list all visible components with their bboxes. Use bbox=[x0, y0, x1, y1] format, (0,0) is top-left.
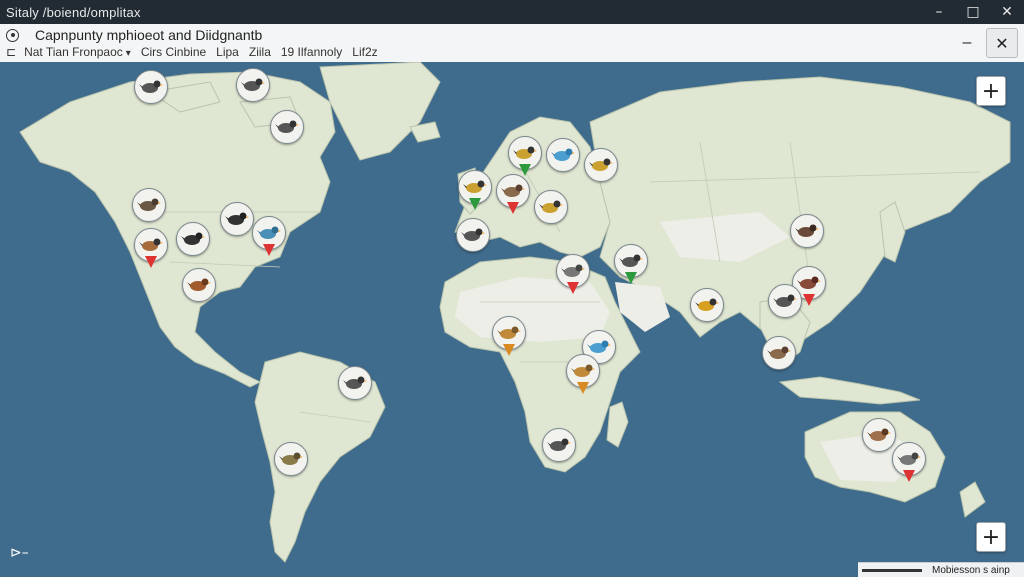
bird-marker-great-lakes[interactable] bbox=[220, 202, 254, 242]
bird-marker-hudson[interactable] bbox=[270, 110, 304, 150]
bird-marker-uk[interactable] bbox=[458, 170, 492, 210]
bird-icon bbox=[546, 138, 580, 172]
home-icon[interactable]: ⊳– bbox=[10, 544, 34, 562]
bird-icon bbox=[182, 268, 216, 302]
window-controls: – □ ✕ bbox=[922, 0, 1024, 24]
bird-icon bbox=[220, 202, 254, 236]
bird-marker-argentina[interactable] bbox=[274, 442, 308, 482]
back-icon[interactable]: ⊏ bbox=[6, 45, 16, 59]
window-close-button[interactable]: ✕ bbox=[990, 0, 1024, 24]
bird-icon bbox=[134, 70, 168, 104]
bird-marker-balkans[interactable] bbox=[534, 190, 568, 230]
bird-marker-east-africa[interactable] bbox=[566, 354, 600, 394]
window-minimize-button[interactable]: – bbox=[922, 0, 956, 24]
bird-marker-iberia[interactable] bbox=[456, 218, 490, 258]
bird-icon bbox=[584, 148, 618, 182]
marker-pin bbox=[263, 244, 275, 256]
bird-marker-west-africa[interactable] bbox=[492, 316, 526, 356]
bird-marker-arctic-canada[interactable] bbox=[134, 70, 168, 110]
bird-marker-south-africa[interactable] bbox=[542, 428, 576, 468]
bird-marker-indochina[interactable] bbox=[768, 284, 802, 324]
bird-icon bbox=[768, 284, 802, 318]
window-maximize-button[interactable]: □ bbox=[956, 0, 990, 24]
bird-icon bbox=[690, 288, 724, 322]
bird-icon bbox=[534, 190, 568, 224]
bird-marker-egypt[interactable] bbox=[556, 254, 590, 294]
marker-pin bbox=[625, 272, 637, 284]
panel-minimize-button[interactable]: – bbox=[954, 30, 980, 56]
bird-icon bbox=[762, 336, 796, 370]
window-title-bar: Sitaly /boiend/omplitax – □ ✕ bbox=[0, 0, 1024, 24]
target-icon[interactable] bbox=[6, 28, 19, 42]
window-title: Sitaly /boiend/omplitax bbox=[6, 4, 141, 20]
marker-pin bbox=[803, 294, 815, 306]
filter-item-ziila[interactable]: Ziila bbox=[249, 45, 271, 59]
bird-marker-australia-east[interactable] bbox=[892, 442, 926, 482]
panel-title-row: Capnpunty mphioeot and Diidgnantb bbox=[6, 26, 262, 44]
bird-marker-west-usa[interactable] bbox=[134, 228, 168, 268]
zoom-in-button-bottom[interactable]: + bbox=[976, 522, 1006, 552]
bird-marker-west-canada[interactable] bbox=[132, 188, 166, 228]
marker-pin bbox=[507, 202, 519, 214]
map-panel-header: Capnpunty mphioeot and Diidgnantb ⊏ Nat … bbox=[0, 24, 1024, 63]
world-map[interactable] bbox=[0, 62, 1024, 576]
bird-marker-australia-west[interactable] bbox=[862, 418, 896, 458]
scale-text: Mobiesson s ainp bbox=[932, 564, 1010, 576]
filter-item-region[interactable]: Nat Tian Fronpaoc ▾ bbox=[24, 45, 131, 59]
bird-icon bbox=[790, 214, 824, 248]
filter-item-lipa[interactable]: Lipa bbox=[216, 45, 239, 59]
bird-icon bbox=[338, 366, 372, 400]
bird-icon bbox=[270, 110, 304, 144]
scale-line bbox=[862, 568, 922, 572]
bird-marker-middle-east[interactable] bbox=[614, 244, 648, 284]
bird-icon bbox=[236, 68, 270, 102]
bird-icon bbox=[862, 418, 896, 452]
marker-pin bbox=[145, 256, 157, 268]
marker-pin bbox=[567, 282, 579, 294]
bird-icon bbox=[542, 428, 576, 462]
bird-marker-philippines[interactable] bbox=[762, 336, 796, 376]
filter-bar: ⊏ Nat Tian Fronpaoc ▾ Cirs Cinbine Lipa Z… bbox=[6, 44, 388, 60]
marker-pin bbox=[469, 198, 481, 210]
bird-marker-baltic[interactable] bbox=[546, 138, 580, 178]
chevron-down-icon: ▾ bbox=[125, 48, 131, 59]
bird-marker-east-usa[interactable] bbox=[252, 216, 286, 256]
bird-marker-amazon[interactable] bbox=[338, 366, 372, 406]
bird-marker-india[interactable] bbox=[690, 288, 724, 328]
bird-marker-russia-west[interactable] bbox=[584, 148, 618, 188]
bird-icon bbox=[274, 442, 308, 476]
filter-label: Nat Tian Fronpaoc bbox=[24, 45, 123, 59]
bird-marker-mexico[interactable] bbox=[182, 268, 216, 308]
filter-item-lif2z[interactable]: Lif2z bbox=[352, 45, 377, 59]
bird-marker-germany[interactable] bbox=[496, 174, 530, 214]
filter-item-cirs[interactable]: Cirs Cinbine bbox=[141, 45, 206, 59]
zoom-in-button[interactable]: + bbox=[976, 76, 1006, 106]
marker-pin bbox=[503, 344, 515, 356]
bird-marker-scandinavia[interactable] bbox=[508, 136, 542, 176]
panel-close-button[interactable]: ✕ bbox=[986, 28, 1018, 58]
filter-item-ilfannoly[interactable]: 19 Ilfannoly bbox=[281, 45, 342, 59]
bird-icon bbox=[176, 222, 210, 256]
marker-pin bbox=[577, 382, 589, 394]
scale-bar: Mobiesson s ainp bbox=[858, 562, 1024, 577]
bird-marker-central-usa[interactable] bbox=[176, 222, 210, 262]
bird-icon bbox=[456, 218, 490, 252]
bird-marker-baffin[interactable] bbox=[236, 68, 270, 108]
bird-marker-china[interactable] bbox=[790, 214, 824, 254]
marker-pin bbox=[903, 470, 915, 482]
panel-title: Capnpunty mphioeot and Diidgnantb bbox=[35, 27, 263, 43]
bird-icon bbox=[132, 188, 166, 222]
